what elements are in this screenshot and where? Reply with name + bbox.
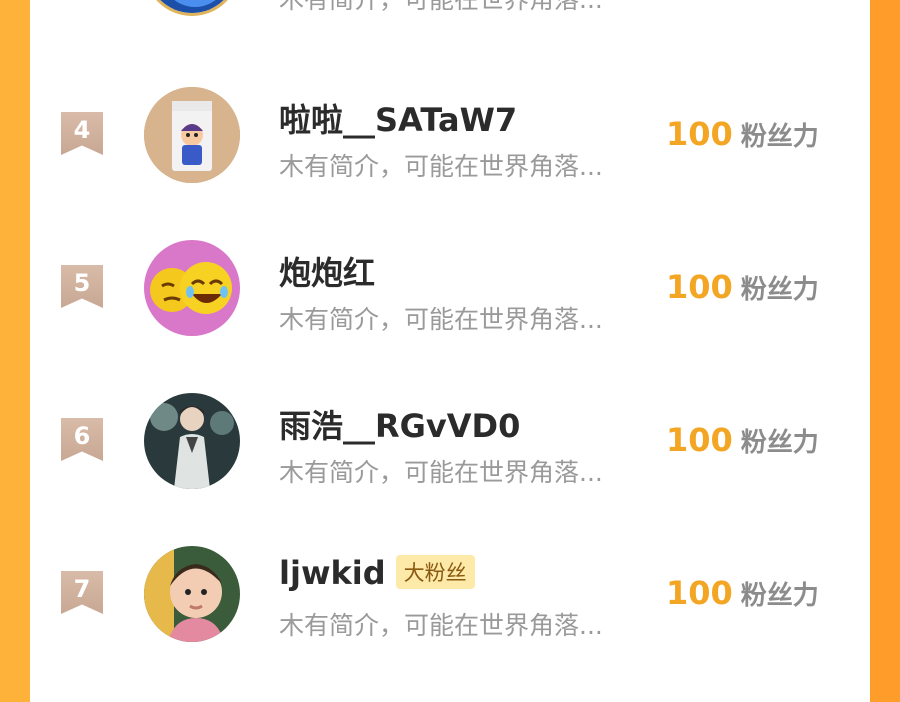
- score-unit: 粉丝力: [740, 581, 819, 611]
- user-name-text[interactable]: 炮炮红: [279, 254, 375, 292]
- avatar-image: [144, 393, 240, 489]
- score-unit: 粉丝力: [740, 275, 819, 305]
- avatar-image: [147, 0, 237, 13]
- score-value: 100: [666, 268, 733, 306]
- rank-badge: 7: [61, 571, 103, 614]
- ranking-row[interactable]: 4 啦啦__SATaW7 木有简介，可能在世界角落... 100 粉丝力: [30, 65, 870, 205]
- big-fan-badge: 大粉丝: [395, 555, 475, 589]
- rank-badge: 5: [61, 265, 103, 308]
- fan-power-score: 100 粉丝力: [666, 115, 819, 153]
- user-name[interactable]: 雨浩__RGvVD0: [279, 401, 520, 447]
- avatar[interactable]: [144, 393, 240, 489]
- rank-badge: 6: [61, 418, 103, 461]
- rank-badge: 4: [61, 112, 103, 155]
- user-description: 木有简介，可能在世界角落...: [279, 0, 603, 16]
- score-unit: 粉丝力: [740, 428, 819, 458]
- score-value: 100: [666, 421, 733, 459]
- user-description: 木有简介，可能在世界角落...: [279, 611, 603, 640]
- fan-power-score: 100 粉丝力: [666, 574, 819, 612]
- user-description: 木有简介，可能在世界角落...: [279, 458, 603, 487]
- user-name-text[interactable]: ljwkid: [279, 554, 386, 592]
- fan-power-score: 100 粉丝力: [666, 268, 819, 306]
- score-value: 100: [666, 574, 733, 612]
- user-name-text[interactable]: 啦啦__SATaW7: [279, 101, 517, 139]
- ranking-row[interactable]: 6 雨浩__RGvVD0 木有简介，可能在世界角落... 100 粉丝力: [30, 371, 870, 511]
- user-description: 木有简介，可能在世界角落...: [279, 305, 603, 334]
- avatar[interactable]: [144, 546, 240, 642]
- score-unit: 粉丝力: [740, 122, 819, 152]
- user-name[interactable]: ljwkid 大粉丝: [279, 554, 475, 592]
- user-name[interactable]: 炮炮红: [279, 248, 375, 294]
- fan-ranking-panel: 木有简介，可能在世界角落... 4 啦啦__SATaW7 木有简介，可能在世界角…: [30, 0, 870, 702]
- ranking-row[interactable]: 7 ljwkid 大粉丝 木有简介，可能在世界角落... 100 粉丝力: [30, 524, 870, 664]
- fan-power-score: 100 粉丝力: [666, 421, 819, 459]
- user-description: 木有简介，可能在世界角落...: [279, 152, 603, 181]
- avatar-image: [144, 87, 240, 183]
- ranking-row-partial[interactable]: 木有简介，可能在世界角落...: [30, 0, 870, 38]
- score-value: 100: [666, 115, 733, 153]
- avatar-image: [144, 546, 240, 642]
- avatar-image: [144, 240, 240, 336]
- user-name-text[interactable]: 雨浩__RGvVD0: [279, 407, 520, 445]
- avatar[interactable]: [144, 87, 240, 183]
- avatar[interactable]: [144, 240, 240, 336]
- user-name[interactable]: 啦啦__SATaW7: [279, 95, 517, 141]
- avatar[interactable]: [144, 0, 240, 16]
- ranking-row[interactable]: 5 炮炮红 木有简介，可能在世界角落... 100 粉丝力: [30, 218, 870, 358]
